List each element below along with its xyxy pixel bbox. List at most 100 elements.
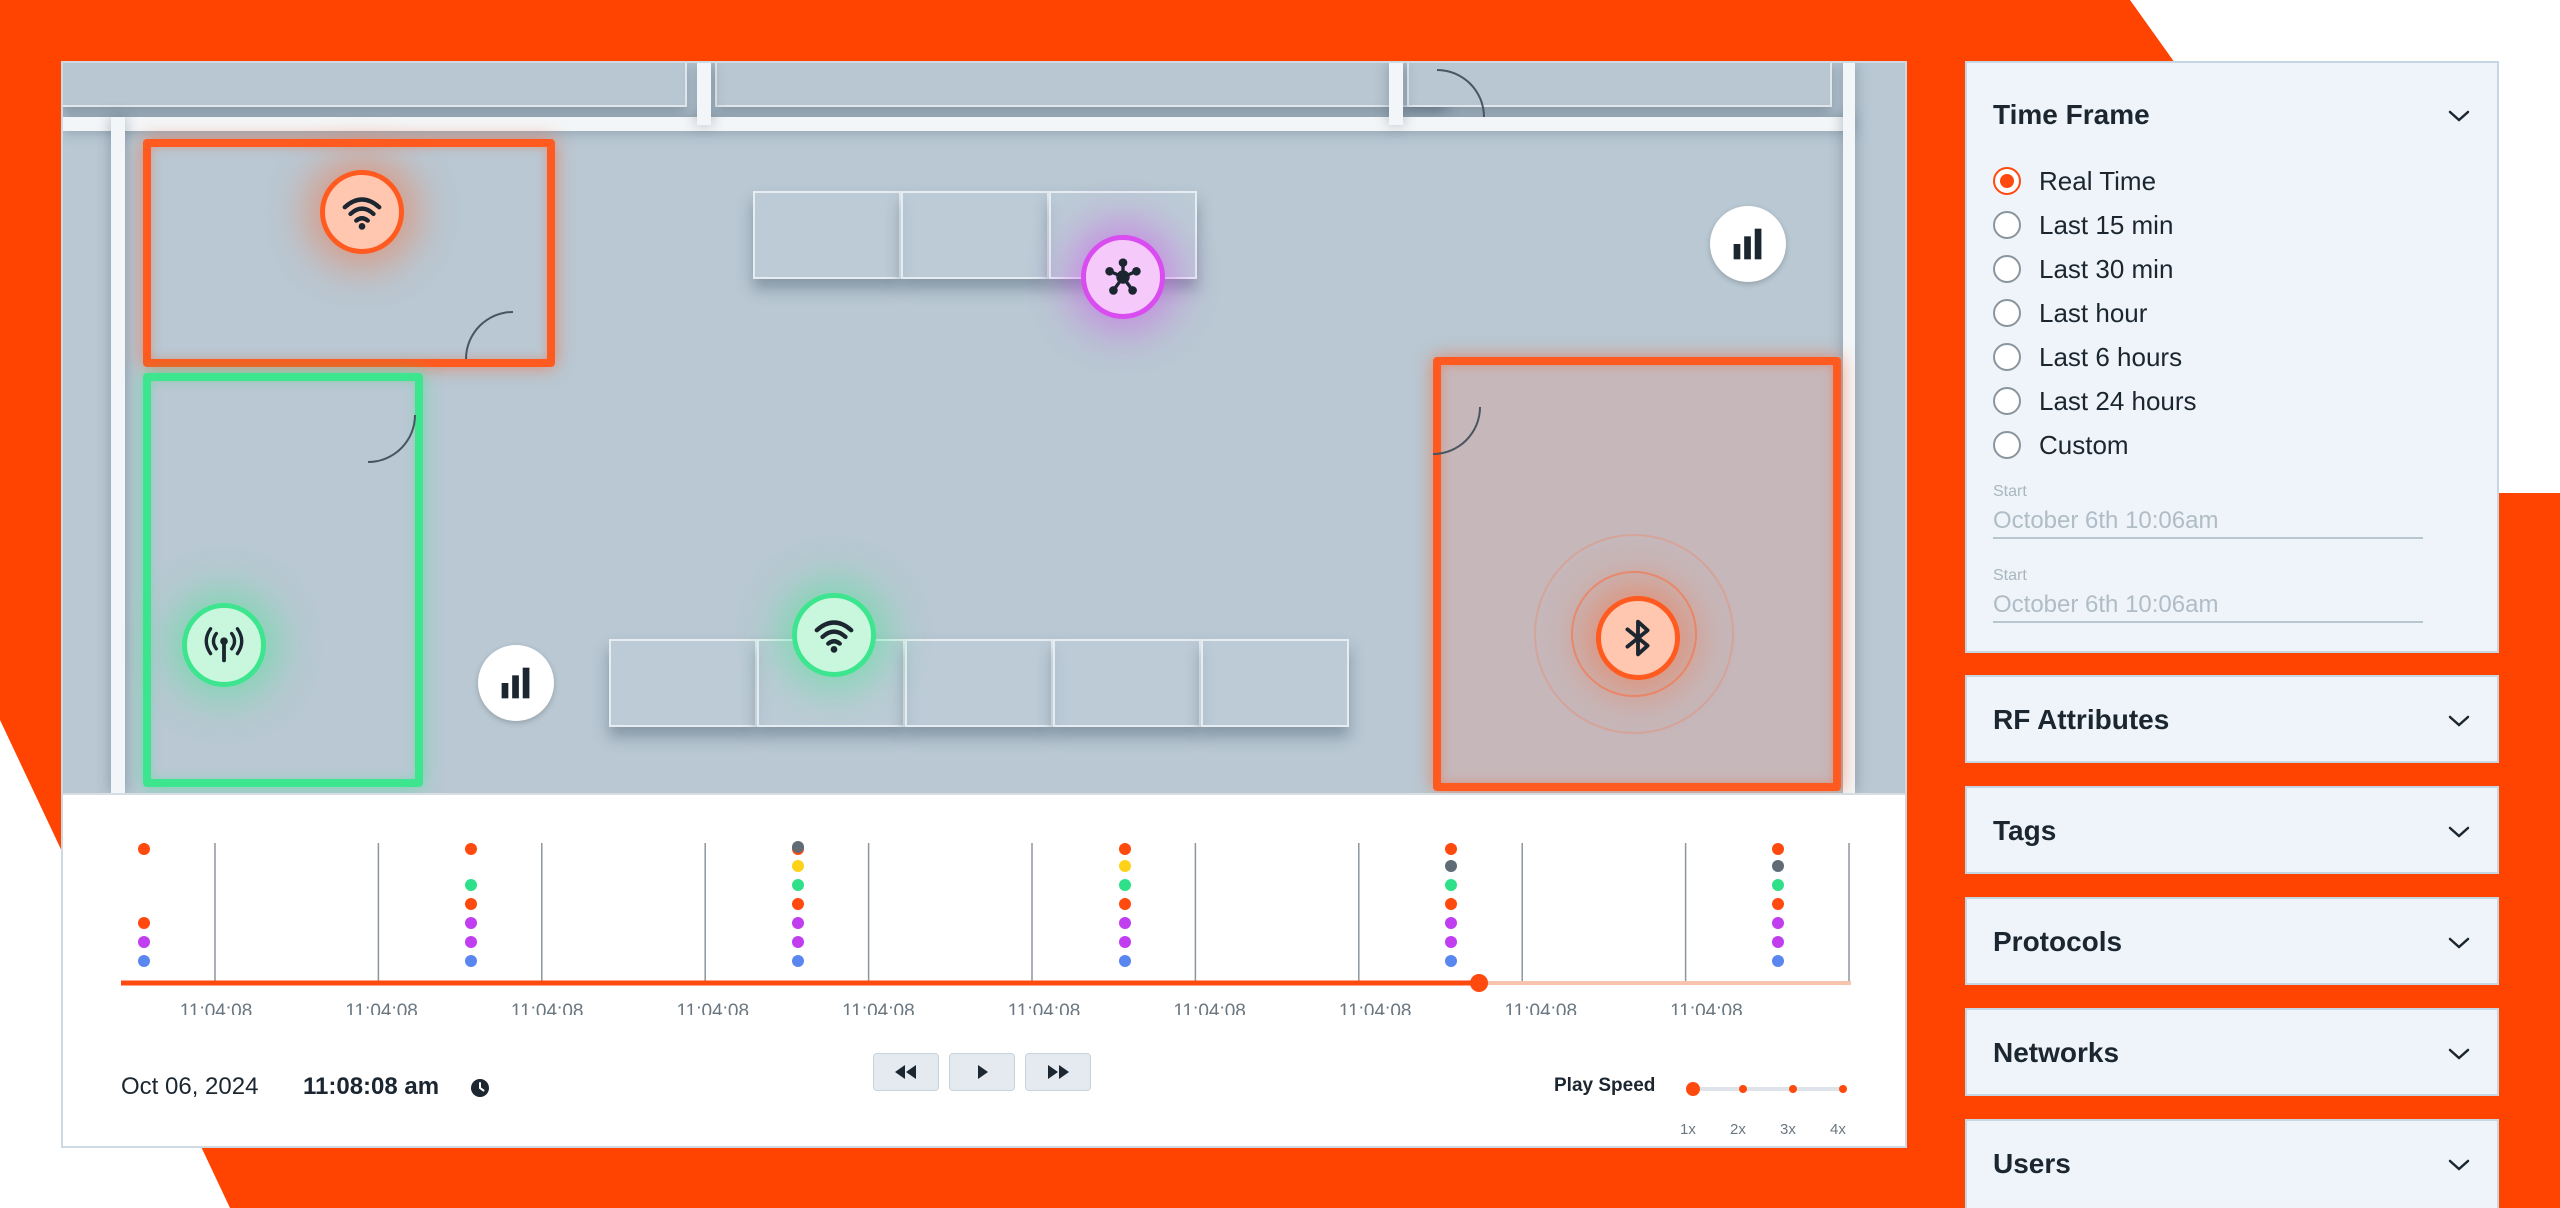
device-marker-bars[interactable]: [1710, 206, 1786, 282]
desk: [901, 191, 1049, 279]
event-dot: [1772, 860, 1784, 872]
rewind-icon: [895, 1065, 916, 1079]
wall: [63, 117, 1853, 131]
event-dot: [1119, 843, 1131, 855]
wifi-icon: [814, 620, 854, 653]
device-marker-antenna[interactable]: [182, 603, 266, 687]
radio-last-24-hours[interactable]: Last 24 hours: [1993, 385, 2197, 417]
chevron-up-icon[interactable]: [2447, 109, 2471, 123]
speed-stop-4x: [1839, 1085, 1847, 1093]
chevron-down-icon[interactable]: [2447, 825, 2471, 839]
time-frame-title[interactable]: Time Frame: [1993, 99, 2150, 131]
current-date: Oct 06, 2024: [121, 1073, 259, 1100]
timeline-tick-label: 11:04:08: [1505, 1001, 1578, 1015]
radio-last-30-min[interactable]: Last 30 min: [1993, 253, 2173, 285]
current-time: 11:08:08 am: [303, 1073, 440, 1100]
fast-forward-icon: [1048, 1065, 1069, 1079]
wall: [697, 63, 711, 125]
timeline-tick-label: 11:04:08: [842, 1001, 915, 1015]
radio-label: Custom: [2039, 429, 2129, 460]
chevron-down-icon[interactable]: [2447, 1158, 2471, 1172]
radio-last-15-min[interactable]: Last 15 min: [1993, 209, 2173, 241]
event-dot: [465, 955, 477, 967]
radio-button[interactable]: [1993, 387, 2021, 415]
radio-button[interactable]: [1993, 255, 2021, 283]
event-dot: [1445, 860, 1457, 872]
antenna-icon: [204, 627, 244, 663]
radio-label: Last 6 hours: [2039, 341, 2183, 372]
networks-panel[interactable]: Networks: [1965, 1008, 2499, 1096]
radio-label: Last 30 min: [2039, 253, 2174, 284]
users-panel[interactable]: Users: [1965, 1119, 2499, 1208]
device-marker-bluetooth[interactable]: [1596, 596, 1680, 680]
wall: [1389, 63, 1403, 125]
networks-title[interactable]: Networks: [1993, 1037, 2119, 1069]
desk: [609, 639, 757, 727]
start-date-input[interactable]: [1993, 505, 2423, 539]
event-dot: [1772, 917, 1784, 929]
speed-option-3x[interactable]: 3x: [1780, 1121, 1796, 1138]
room-block: [715, 63, 1447, 107]
time-frame-panel: Time Frame Real Time Last 15 min Last 30…: [1965, 61, 2499, 653]
start-date-input[interactable]: [1993, 589, 2423, 623]
radio-last-6-hours[interactable]: Last 6 hours: [1993, 341, 2182, 373]
timeline[interactable]: 11:04:08 11:04:08 11:04:08 11:04:08 11:04:08…: [63, 793, 1905, 1146]
timeline-playhead[interactable]: [1470, 974, 1489, 992]
timeline-track[interactable]: 11:04:08 11:04:08 11:04:08 11:04:08 11:04:08…: [63, 795, 1905, 1015]
speed-option-4x[interactable]: 4x: [1830, 1121, 1846, 1138]
radio-last-hour[interactable]: Last hour: [1993, 297, 2147, 329]
device-marker-wifi[interactable]: [320, 170, 404, 254]
radio-label: Last 24 hours: [2039, 385, 2197, 416]
radio-button[interactable]: [1993, 431, 2021, 459]
chevron-down-icon[interactable]: [2447, 1047, 2471, 1061]
radio-button[interactable]: [1993, 343, 2021, 371]
device-marker-wifi[interactable]: [792, 593, 876, 677]
rf-attributes-panel[interactable]: RF Attributes: [1965, 675, 2499, 763]
desk: [1053, 639, 1201, 727]
users-title[interactable]: Users: [1993, 1148, 2071, 1180]
radio-button[interactable]: [1993, 299, 2021, 327]
chevron-down-icon[interactable]: [2447, 714, 2471, 728]
play-speed-slider[interactable]: [1673, 1079, 1863, 1109]
desk: [1201, 639, 1349, 727]
rewind-button[interactable]: [873, 1053, 939, 1091]
event-dot: [1119, 936, 1131, 948]
signal-bars-icon: [1733, 228, 1762, 260]
floor-plan-panel: 11:04:08 11:04:08 11:04:08 11:04:08 11:04:08…: [61, 61, 1907, 1148]
chevron-down-icon[interactable]: [2447, 936, 2471, 950]
event-dot: [1772, 879, 1784, 891]
radio-real-time[interactable]: Real Time: [1993, 165, 2156, 197]
event-dot: [792, 898, 804, 910]
event-dot: [465, 936, 477, 948]
protocols-title[interactable]: Protocols: [1993, 926, 2122, 958]
clock-icon[interactable]: [469, 1077, 491, 1099]
event-dot: [792, 879, 804, 891]
event-dot: [1445, 843, 1457, 855]
radio-label: Last 15 min: [2039, 209, 2174, 240]
tags-panel[interactable]: Tags: [1965, 786, 2499, 874]
play-button[interactable]: [949, 1053, 1015, 1091]
tags-title[interactable]: Tags: [1993, 815, 2056, 847]
timeline-tick-label: 11:04:08: [1008, 1001, 1081, 1015]
fast-forward-button[interactable]: [1025, 1053, 1091, 1091]
radio-button[interactable]: [1993, 211, 2021, 239]
event-dot: [465, 879, 477, 891]
signal-bars-icon: [501, 667, 530, 699]
floor-map[interactable]: [63, 63, 1905, 793]
radio-custom[interactable]: Custom: [1993, 429, 2129, 461]
device-marker-hub[interactable]: [1081, 235, 1165, 319]
event-dot: [792, 955, 804, 967]
rf-attributes-title[interactable]: RF Attributes: [1993, 704, 2169, 736]
event-dot: [1119, 860, 1131, 872]
event-dot: [792, 841, 804, 853]
protocols-panel[interactable]: Protocols: [1965, 897, 2499, 985]
radio-button[interactable]: [1993, 167, 2021, 195]
event-dot: [465, 843, 477, 855]
speed-option-1x[interactable]: 1x: [1680, 1121, 1696, 1138]
event-dot: [1772, 936, 1784, 948]
desk: [905, 639, 1053, 727]
event-dot: [1119, 898, 1131, 910]
speed-option-2x[interactable]: 2x: [1730, 1121, 1746, 1138]
device-marker-bars[interactable]: [478, 645, 554, 721]
event-dot: [792, 917, 804, 929]
